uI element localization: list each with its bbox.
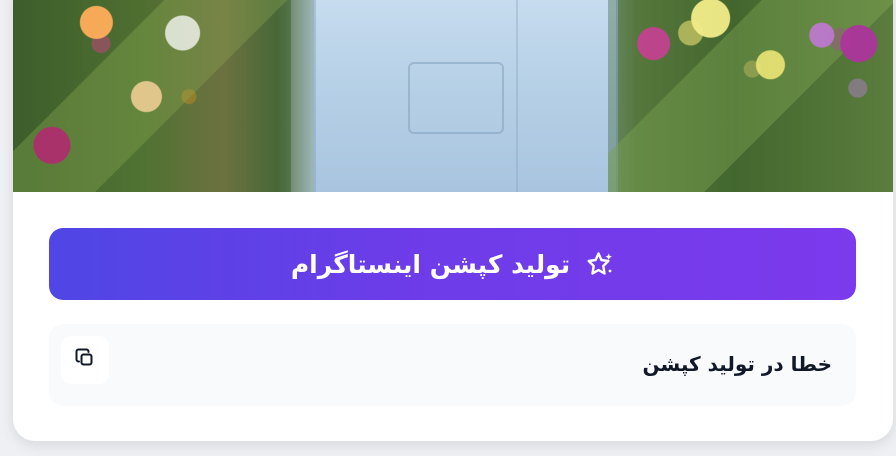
uploaded-photo	[13, 0, 893, 192]
caption-error-message: خطا در تولید کپشن	[642, 352, 833, 376]
generate-caption-label: تولید کپشن اینستاگرام	[290, 249, 571, 279]
page: تولید کپشن اینستاگرام خطا در تولید کپشن	[0, 0, 896, 456]
plants-left	[13, 0, 291, 192]
caption-result-box: خطا در تولید کپشن	[49, 324, 856, 406]
copy-button[interactable]	[61, 336, 109, 384]
copy-icon	[74, 347, 96, 373]
generate-instagram-caption-button[interactable]: تولید کپشن اینستاگرام	[49, 228, 856, 300]
caption-card: تولید کپشن اینستاگرام خطا در تولید کپشن	[13, 0, 893, 441]
orchids-right	[608, 0, 893, 192]
sparkles-icon	[582, 248, 614, 280]
light-blue-shirt	[314, 0, 618, 192]
